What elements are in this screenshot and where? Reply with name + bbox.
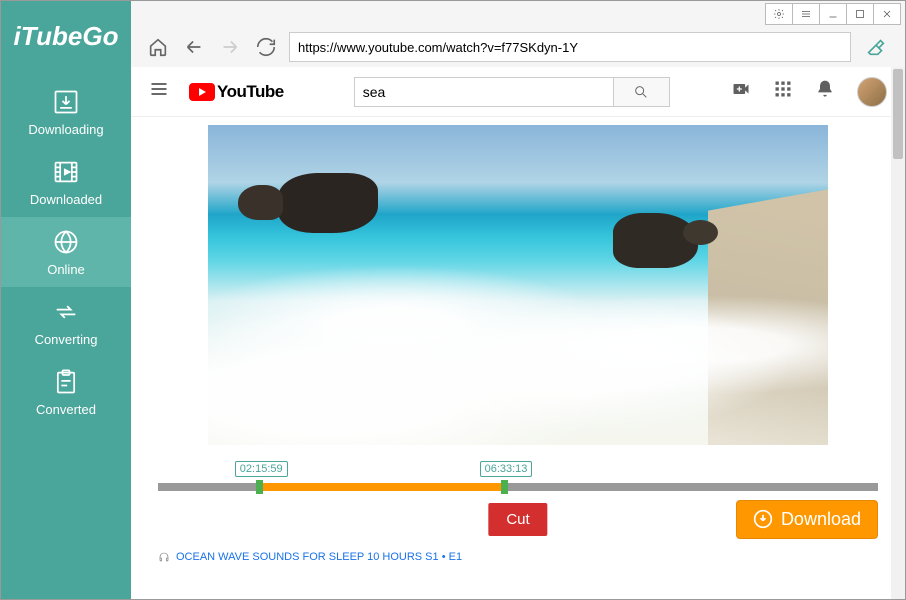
url-input[interactable] [289,32,851,62]
titlebar [131,1,905,27]
youtube-brand-text: YouTube [217,82,284,102]
sidebar-item-label: Downloading [28,122,103,137]
youtube-right-icons [731,77,887,107]
sidebar-item-label: Converting [35,332,98,347]
settings-button[interactable] [765,3,793,25]
video-title-link[interactable]: OCEAN WAVE SOUNDS FOR SLEEP 10 HOURS S1 … [176,551,462,563]
minimize-button[interactable] [819,3,847,25]
maximize-button[interactable] [846,3,874,25]
download-button[interactable]: Download [736,500,878,539]
clear-button[interactable] [861,34,891,60]
main-area: YouTube [131,1,905,599]
headphones-icon [158,551,170,563]
browser-toolbar [131,27,905,67]
home-button[interactable] [145,34,171,60]
sidebar-item-converting[interactable]: Converting [1,287,131,357]
sidebar-item-online[interactable]: Online [1,217,131,287]
download-icon [753,509,773,529]
timeline-start-handle[interactable] [256,480,263,494]
apps-grid-icon[interactable] [773,79,793,104]
sidebar-item-downloaded[interactable]: Downloaded [1,147,131,217]
search-input[interactable] [354,77,614,107]
reload-button[interactable] [253,34,279,60]
create-video-icon[interactable] [731,79,751,104]
film-icon [52,158,80,186]
video-section: 02:15:59 06:33:13 Cut Download OCEAN WAV… [131,117,905,563]
bottom-info: OCEAN WAVE SOUNDS FOR SLEEP 10 HOURS S1 … [158,551,878,563]
close-button[interactable] [873,3,901,25]
search-button[interactable] [614,77,670,107]
app-logo: iTubeGo [14,21,119,52]
youtube-search [354,77,670,107]
notifications-bell-icon[interactable] [815,79,835,104]
user-avatar[interactable] [857,77,887,107]
scrollbar[interactable] [891,67,905,599]
action-buttons: Cut Download [158,499,878,539]
forward-button[interactable] [217,34,243,60]
menu-button[interactable] [792,3,820,25]
timeline[interactable]: 02:15:59 06:33:13 [158,465,878,493]
download-tray-icon [52,88,80,116]
hamburger-menu-icon[interactable] [149,79,169,104]
youtube-play-icon [189,83,215,101]
youtube-header: YouTube [131,67,905,117]
youtube-logo[interactable]: YouTube [189,82,284,102]
download-label: Download [781,509,861,530]
sidebar-item-label: Online [47,262,85,277]
sidebar-item-label: Downloaded [30,192,102,207]
end-time-label: 06:33:13 [480,461,533,477]
sidebar: iTubeGo Downloading Downloaded Online Co… [1,1,131,599]
sidebar-item-label: Converted [36,402,96,417]
timeline-end-handle[interactable] [501,480,508,494]
start-time-label: 02:15:59 [235,461,288,477]
video-player[interactable] [208,125,828,445]
sidebar-item-converted[interactable]: Converted [1,357,131,427]
back-button[interactable] [181,34,207,60]
page-content: YouTube [131,67,905,599]
timeline-selection [259,483,504,491]
globe-icon [52,228,80,256]
cut-button[interactable]: Cut [488,503,547,536]
clipboard-check-icon [52,368,80,396]
refresh-arrows-icon [52,298,80,326]
sidebar-item-downloading[interactable]: Downloading [1,77,131,147]
